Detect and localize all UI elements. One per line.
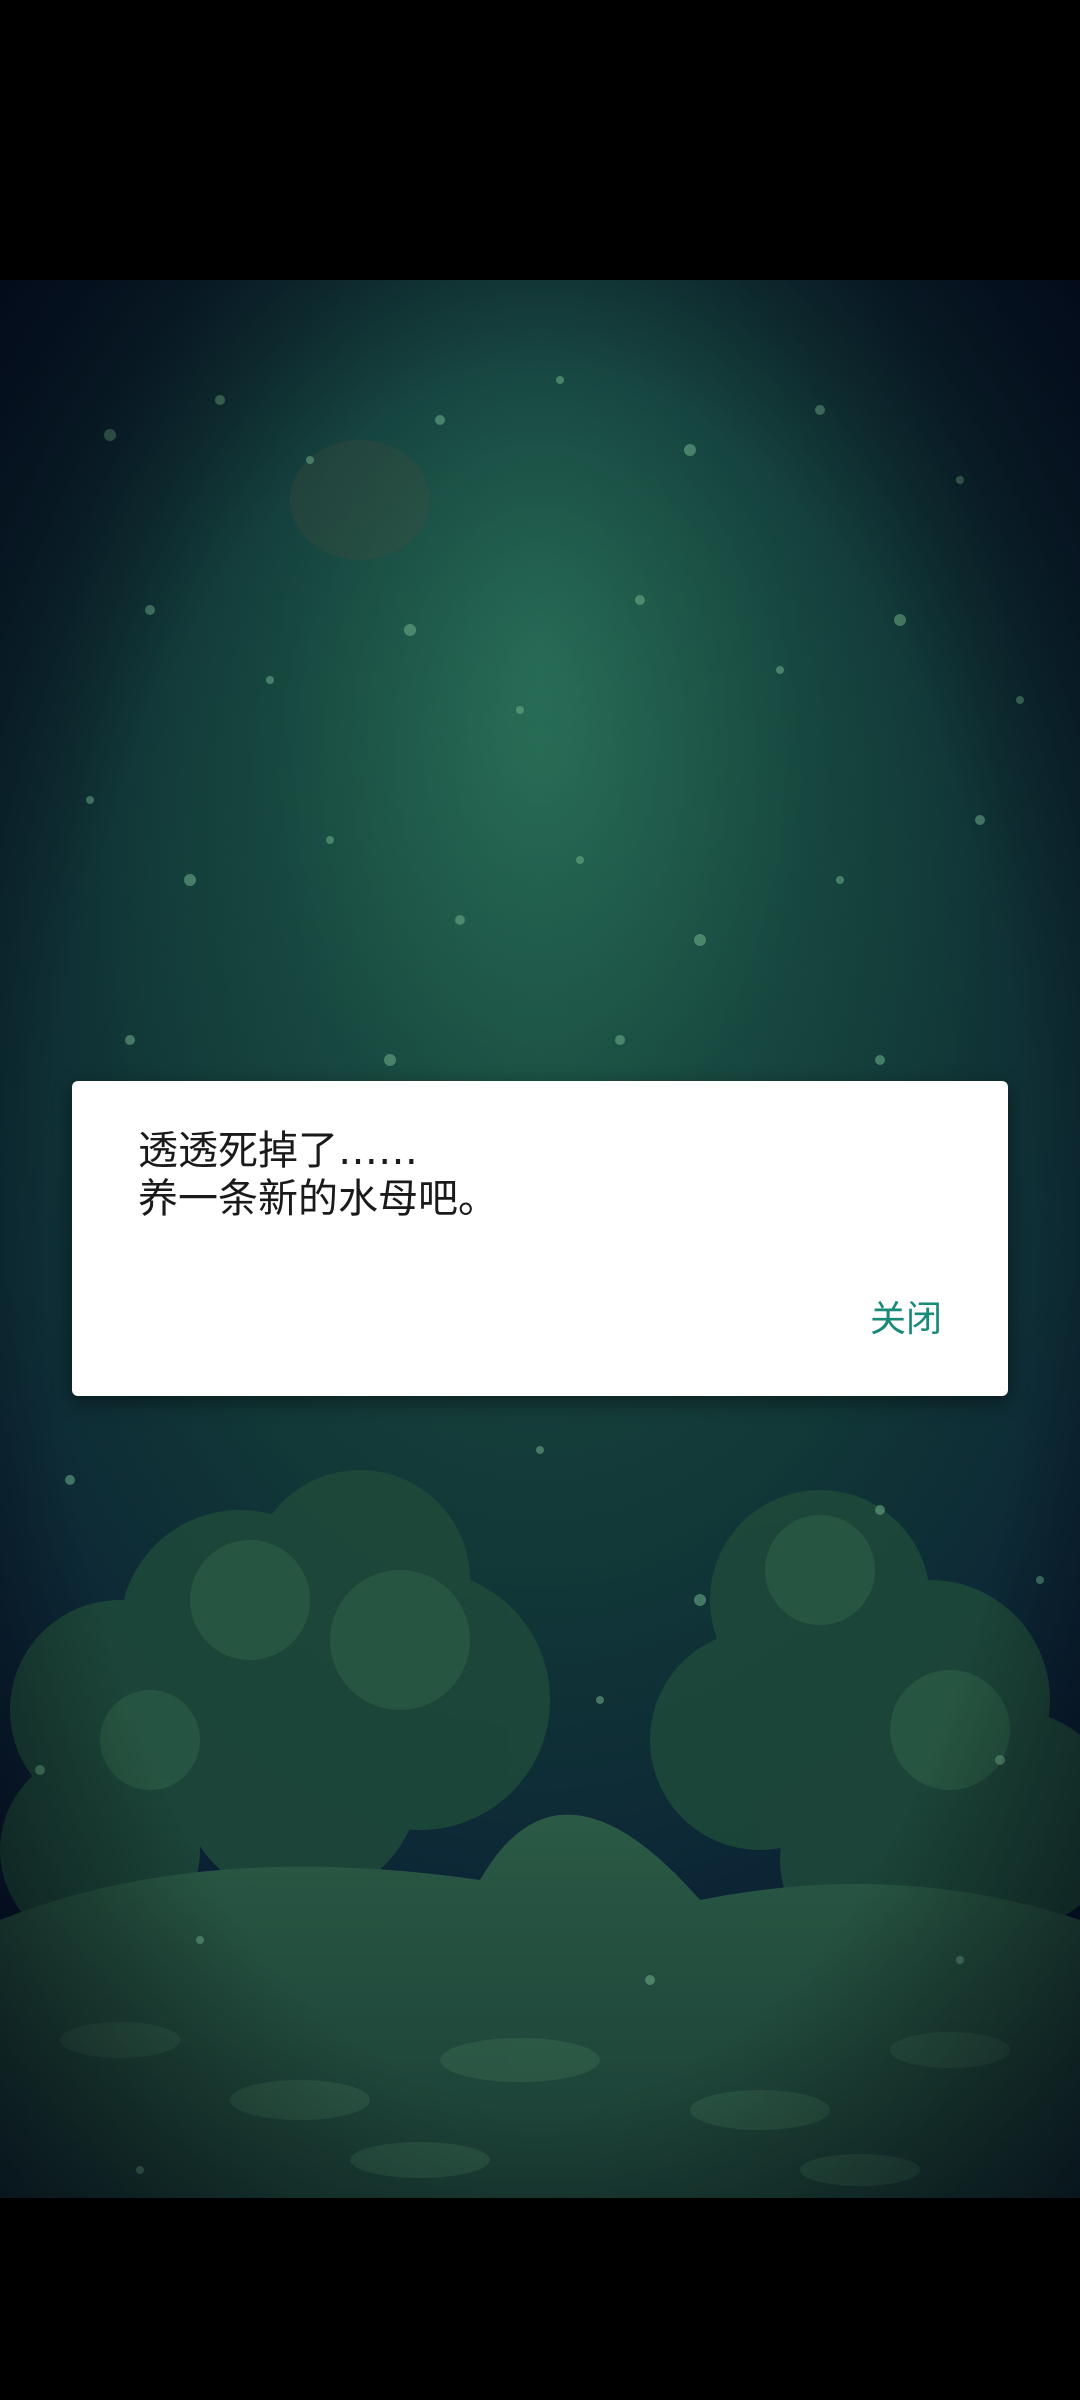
dialog-scrim: 透透死掉了…… 养一条新的水母吧。 关闭: [0, 0, 1080, 2400]
dialog-message-line1: 透透死掉了……: [138, 1128, 418, 1174]
screen: 透透死掉了…… 养一条新的水母吧。 关闭: [0, 0, 1080, 2400]
dialog-message: 透透死掉了…… 养一条新的水母吧。: [138, 1127, 938, 1223]
death-dialog: 透透死掉了…… 养一条新的水母吧。 关闭: [72, 1081, 1008, 1396]
close-button[interactable]: 关闭: [870, 1298, 942, 1342]
dialog-message-line2: 养一条新的水母吧。: [138, 1176, 498, 1222]
